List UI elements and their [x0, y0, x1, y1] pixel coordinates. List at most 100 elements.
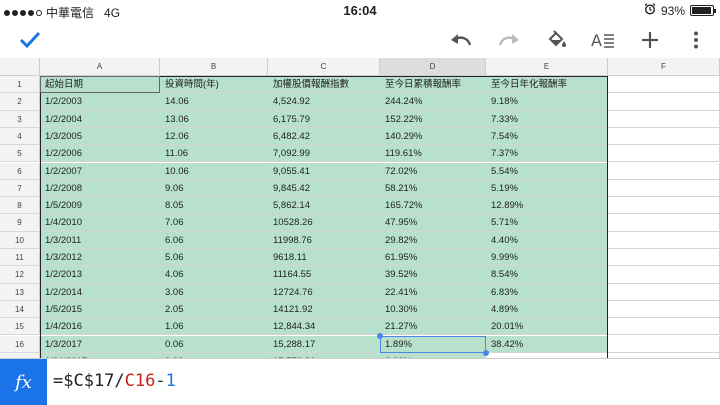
row-header[interactable]: 5: [0, 145, 40, 163]
cell-e7[interactable]: 5.19%: [486, 179, 608, 198]
cell-b8[interactable]: 8.05: [160, 197, 268, 215]
column-header-b[interactable]: B: [160, 58, 268, 76]
cell-e4[interactable]: 7.54%: [486, 127, 608, 146]
cell-d13[interactable]: 22.41%: [380, 283, 486, 301]
cell-c6[interactable]: 9,055.41: [268, 162, 380, 180]
cell-d11[interactable]: 61.95%: [380, 249, 486, 267]
cell-e14[interactable]: 4.89%: [486, 300, 608, 319]
row-header[interactable]: 16: [0, 335, 40, 353]
cell-e2[interactable]: 9.18%: [486, 93, 608, 111]
cell-b1[interactable]: 投資時間(年): [160, 76, 268, 94]
row-header[interactable]: 13: [0, 283, 40, 301]
selection-handle-bottom-right[interactable]: [483, 349, 489, 356]
cell-c16[interactable]: 15,288.17: [268, 335, 380, 353]
row-header[interactable]: 7: [0, 179, 40, 198]
cell-c10[interactable]: 11998.76: [268, 231, 380, 249]
cell-f10[interactable]: [608, 231, 720, 249]
redo-icon[interactable]: [495, 26, 523, 54]
cell-e9[interactable]: 5.71%: [486, 214, 608, 232]
undo-icon[interactable]: [447, 26, 475, 54]
cell-a5[interactable]: 1/2/2006: [40, 145, 160, 163]
cell-a12[interactable]: 1/2/2013: [40, 266, 160, 284]
row-header[interactable]: 6: [0, 162, 40, 180]
cell-f15[interactable]: [608, 318, 720, 336]
cell-a13[interactable]: 1/2/2014: [40, 283, 160, 301]
cell-d4[interactable]: 140.29%: [380, 127, 486, 146]
cell-c7[interactable]: 9,845.42: [268, 179, 380, 198]
check-icon[interactable]: [16, 26, 44, 54]
fill-color-icon[interactable]: [543, 26, 571, 54]
row-header[interactable]: 4: [0, 127, 40, 146]
cell-f7[interactable]: [608, 179, 720, 198]
cell-a16[interactable]: 1/3/2017: [40, 335, 160, 353]
cell-c2[interactable]: 4,524.92: [268, 93, 380, 111]
column-header-f[interactable]: F: [608, 58, 720, 76]
cell-d15[interactable]: 21.27%: [380, 318, 486, 336]
cell-c5[interactable]: 7,092.99: [268, 145, 380, 163]
row-header[interactable]: 11: [0, 249, 40, 267]
cell-b10[interactable]: 6.06: [160, 231, 268, 249]
add-icon[interactable]: [636, 26, 664, 54]
cell-d14[interactable]: 10.30%: [380, 300, 486, 319]
cell-b2[interactable]: 14.06: [160, 93, 268, 111]
cell-e8[interactable]: 12.89%: [486, 197, 608, 215]
cell-b6[interactable]: 10.06: [160, 162, 268, 180]
cell-e5[interactable]: 7.37%: [486, 145, 608, 163]
row-header[interactable]: 2: [0, 93, 40, 111]
cell-a8[interactable]: 1/5/2009: [40, 197, 160, 215]
cell-a6[interactable]: 1/2/2007: [40, 162, 160, 180]
cell-c15[interactable]: 12,844.34: [268, 318, 380, 336]
cell-a2[interactable]: 1/2/2003: [40, 93, 160, 111]
cell-d10[interactable]: 29.82%: [380, 231, 486, 249]
cell-b13[interactable]: 3.06: [160, 283, 268, 301]
row-header[interactable]: 9: [0, 214, 40, 232]
cell-b16[interactable]: 0.06: [160, 335, 268, 353]
cell-f11[interactable]: [608, 249, 720, 267]
cell-f12[interactable]: [608, 266, 720, 284]
cell-c4[interactable]: 6,482.42: [268, 127, 380, 146]
cell-f13[interactable]: [608, 283, 720, 301]
cell-c11[interactable]: 9618.11: [268, 249, 380, 267]
cell-e6[interactable]: 5.54%: [486, 162, 608, 180]
column-header-d[interactable]: D: [380, 58, 486, 76]
corner-header[interactable]: [0, 58, 40, 76]
cell-c13[interactable]: 12724.76: [268, 283, 380, 301]
cell-d12[interactable]: 39.52%: [380, 266, 486, 284]
cell-f2[interactable]: [608, 93, 720, 111]
cell-c8[interactable]: 5,862.14: [268, 197, 380, 215]
selected-cell-outline[interactable]: [380, 335, 486, 353]
cell-e15[interactable]: 20.01%: [486, 318, 608, 336]
cell-f8[interactable]: [608, 197, 720, 215]
cell-d5[interactable]: 119.61%: [380, 145, 486, 163]
cell-b12[interactable]: 4.06: [160, 266, 268, 284]
cell-b14[interactable]: 2.05: [160, 300, 268, 319]
cell-f1[interactable]: [608, 76, 720, 94]
cell-f9[interactable]: [608, 214, 720, 232]
cell-e13[interactable]: 6.83%: [486, 283, 608, 301]
row-header[interactable]: 14: [0, 300, 40, 319]
cell-a4[interactable]: 1/3/2005: [40, 127, 160, 146]
cell-a1[interactable]: 起始日期: [40, 76, 160, 94]
cell-f4[interactable]: [608, 127, 720, 146]
cell-d8[interactable]: 165.72%: [380, 197, 486, 215]
row-header[interactable]: 15: [0, 318, 40, 336]
column-header-c[interactable]: C: [268, 58, 380, 76]
cell-b15[interactable]: 1.06: [160, 318, 268, 336]
cell-d3[interactable]: 152.22%: [380, 110, 486, 128]
cell-b3[interactable]: 13.06: [160, 110, 268, 128]
text-format-icon[interactable]: A: [589, 26, 617, 54]
cell-d2[interactable]: 244.24%: [380, 93, 486, 111]
cell-e3[interactable]: 7.33%: [486, 110, 608, 128]
cell-b7[interactable]: 9.06: [160, 179, 268, 198]
cell-e1[interactable]: 至今日年化報酬率: [486, 76, 608, 94]
cell-d1[interactable]: 至今日累積報酬率: [380, 76, 486, 94]
row-header[interactable]: 8: [0, 197, 40, 215]
column-header-a[interactable]: A: [40, 58, 160, 76]
more-icon[interactable]: [682, 26, 710, 54]
cell-e11[interactable]: 9.99%: [486, 249, 608, 267]
cell-b4[interactable]: 12.06: [160, 127, 268, 146]
cell-b9[interactable]: 7.06: [160, 214, 268, 232]
cell-c3[interactable]: 6,175.79: [268, 110, 380, 128]
cell-c9[interactable]: 10528.26: [268, 214, 380, 232]
cell-e16[interactable]: 38.42%: [486, 335, 608, 353]
